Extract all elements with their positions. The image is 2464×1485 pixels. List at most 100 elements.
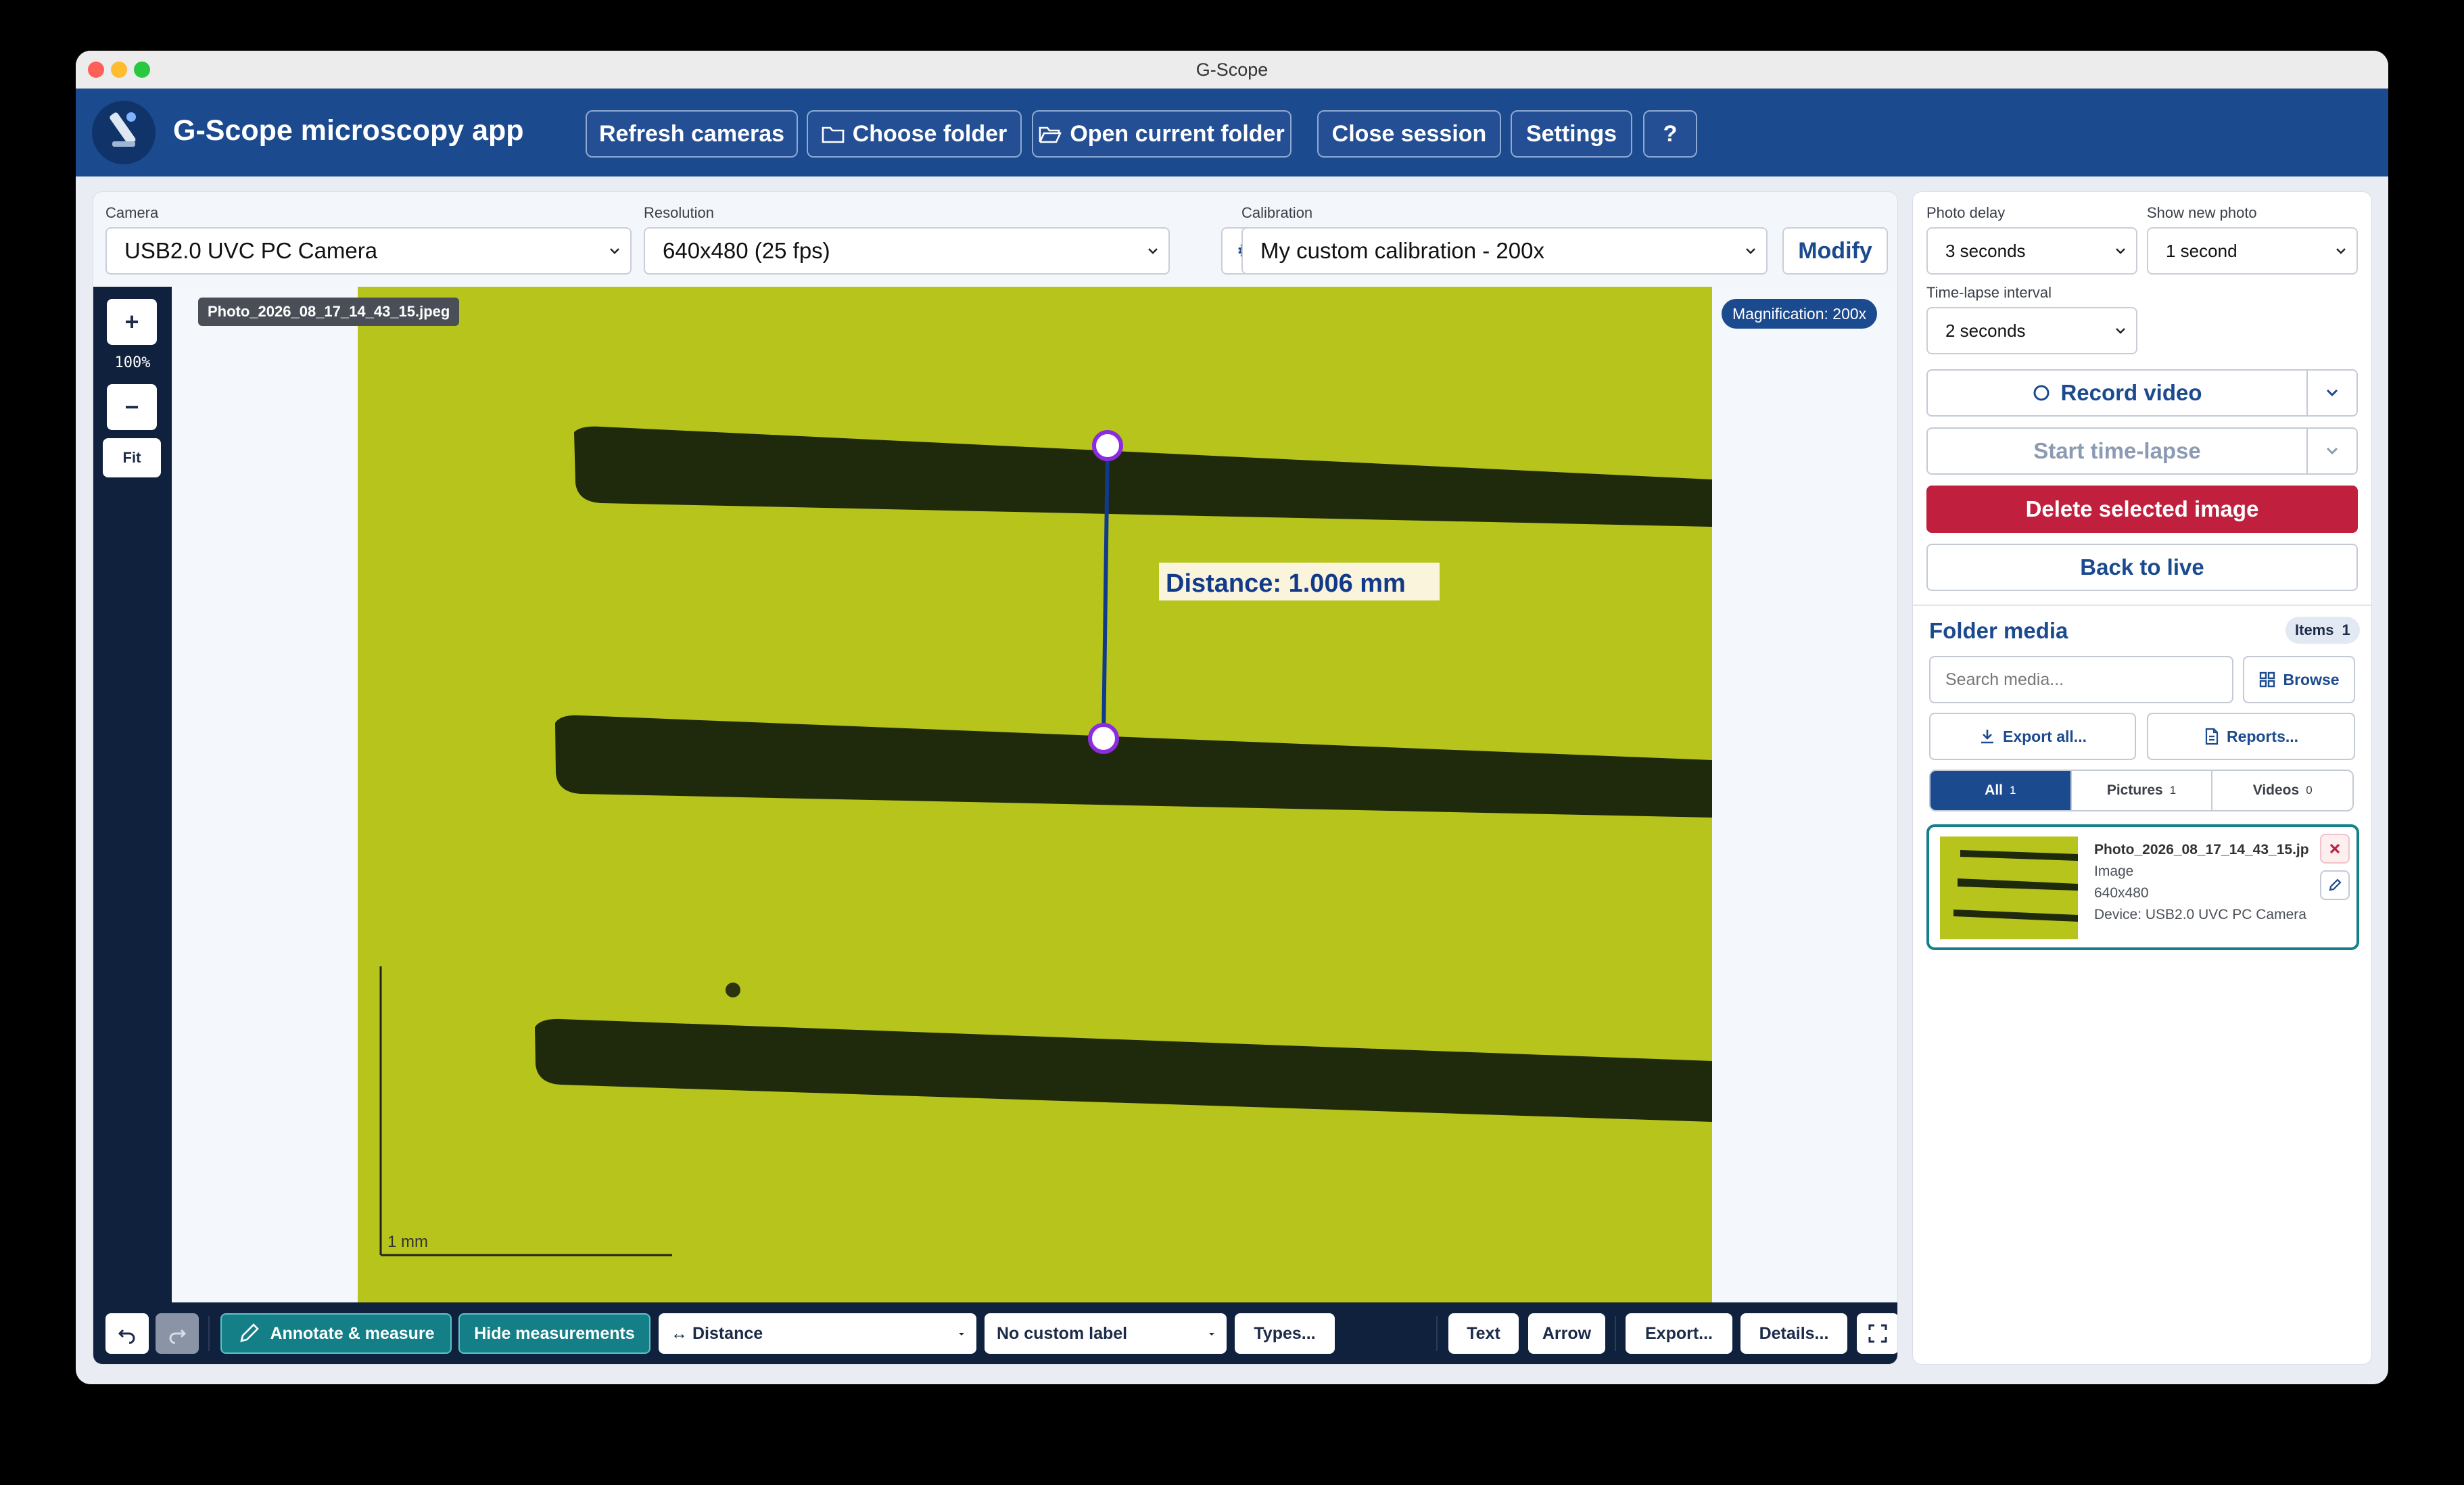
pencil-icon bbox=[2329, 878, 2342, 891]
show-new-photo-select[interactable]: 1 second bbox=[2147, 227, 2358, 275]
redo-button[interactable] bbox=[156, 1313, 199, 1354]
choose-folder-label: Choose folder bbox=[852, 120, 1008, 147]
hide-measurements-label: Hide measurements bbox=[474, 1323, 635, 1343]
zoom-in-button[interactable]: + bbox=[107, 299, 157, 345]
scale-bar-label: 1 mm bbox=[387, 1233, 428, 1251]
microscope-image[interactable]: Distance: 1.006 mm 1 mm bbox=[358, 287, 1712, 1302]
fullscreen-button[interactable] bbox=[1857, 1313, 1897, 1354]
media-type: Image bbox=[2094, 864, 2134, 879]
media-list-item[interactable]: Photo_2026_08_17_14_43_15.jpg Image 640x… bbox=[1926, 824, 2359, 950]
custom-label-select[interactable]: No custom label bbox=[985, 1313, 1227, 1354]
undo-button[interactable] bbox=[105, 1313, 149, 1354]
items-badge: Items 1 bbox=[2285, 617, 2360, 644]
types-label: Types... bbox=[1254, 1323, 1316, 1343]
zoom-controls: + 100% − Fit bbox=[93, 287, 172, 1302]
delete-selected-image-button[interactable]: Delete selected image bbox=[1926, 486, 2358, 533]
chevron-down-icon bbox=[1746, 248, 1755, 254]
text-tool-button[interactable]: Text bbox=[1448, 1313, 1519, 1354]
microscope-image-canvas: Distance: 1.006 mm 1 mm bbox=[358, 287, 1712, 1302]
tab-pictures-label: Pictures bbox=[2106, 782, 2163, 798]
details-button[interactable]: Details... bbox=[1740, 1313, 1847, 1354]
annotate-measure-button[interactable]: Annotate & measure bbox=[220, 1313, 452, 1354]
measurement-handle-start[interactable] bbox=[1092, 430, 1123, 461]
calibration-label: Calibration bbox=[1241, 204, 1313, 221]
help-button[interactable]: ? bbox=[1643, 110, 1697, 158]
close-session-button[interactable]: Close session bbox=[1317, 110, 1501, 158]
delete-selected-label: Delete selected image bbox=[2025, 496, 2259, 521]
measurement-handle-end[interactable] bbox=[1088, 723, 1119, 754]
choose-folder-button[interactable]: Choose folder bbox=[807, 110, 1022, 158]
photo-delay-label: Photo delay bbox=[1926, 204, 2006, 221]
tab-pictures-count: 1 bbox=[2169, 784, 2177, 797]
tab-all-count: 1 bbox=[2010, 784, 2016, 797]
record-video-label: Record video bbox=[2060, 380, 2202, 405]
folder-open-icon bbox=[1039, 126, 1062, 143]
arrow-tool-button[interactable]: Arrow bbox=[1528, 1313, 1605, 1354]
app-header: G-Scope microscopy app Refresh cameras C… bbox=[76, 89, 2388, 176]
search-media-input[interactable]: Search media... bbox=[1929, 656, 2233, 703]
image-viewer[interactable]: Distance: 1.006 mm 1 mm + 100% − Fit Pho… bbox=[93, 287, 1897, 1302]
measure-type-select[interactable]: ↔ Distance bbox=[659, 1313, 976, 1354]
open-current-folder-label: Open current folder bbox=[1070, 120, 1285, 147]
record-options-button[interactable] bbox=[2306, 371, 2356, 415]
photo-delay-select[interactable]: 3 seconds bbox=[1926, 227, 2137, 275]
fit-label: Fit bbox=[122, 449, 141, 466]
section-divider bbox=[1913, 605, 2371, 606]
tab-all[interactable]: All 1 bbox=[1930, 771, 2072, 810]
help-label: ? bbox=[1663, 120, 1678, 147]
fit-button[interactable]: Fit bbox=[103, 438, 161, 477]
toolbar-divider bbox=[1615, 1316, 1616, 1351]
modify-calibration-button[interactable]: Modify bbox=[1782, 227, 1888, 275]
calibration-value: My custom calibration - 200x bbox=[1260, 238, 1544, 263]
title-bar: G-Scope bbox=[76, 51, 2388, 89]
reports-button[interactable]: Reports... bbox=[2147, 713, 2355, 760]
pencil-icon bbox=[240, 1323, 260, 1342]
types-button[interactable]: Types... bbox=[1235, 1313, 1335, 1354]
refresh-cameras-label: Refresh cameras bbox=[598, 120, 785, 147]
toolbar-divider bbox=[1436, 1316, 1438, 1351]
tab-pictures[interactable]: Pictures 1 bbox=[2072, 771, 2213, 810]
timelapse-interval-select[interactable]: 2 seconds bbox=[1926, 307, 2137, 354]
photo-delay-value: 3 seconds bbox=[1945, 240, 2026, 261]
back-to-live-button[interactable]: Back to live bbox=[1926, 544, 2358, 591]
modify-label: Modify bbox=[1798, 237, 1872, 264]
measure-type-value: ↔ Distance bbox=[671, 1323, 763, 1343]
chevron-down-icon bbox=[1209, 1333, 1214, 1336]
timelapse-interval-label: Time-lapse interval bbox=[1926, 284, 2052, 301]
capture-panel: Photo delay 3 seconds Show new photo 1 s… bbox=[1912, 191, 2372, 1365]
timelapse-options-button[interactable] bbox=[2306, 429, 2356, 473]
zoom-out-button[interactable]: − bbox=[107, 384, 157, 430]
media-thumbnail bbox=[1940, 836, 2078, 939]
annotate-label: Annotate & measure bbox=[270, 1323, 435, 1343]
export-label: Export... bbox=[1644, 1323, 1713, 1343]
calibration-select[interactable]: My custom calibration - 200x bbox=[1241, 227, 1768, 275]
fullscreen-icon bbox=[1868, 1324, 1887, 1343]
details-label: Details... bbox=[1759, 1323, 1829, 1343]
minus-icon: − bbox=[124, 393, 139, 421]
resolution-select[interactable]: 640x480 (25 fps) bbox=[644, 227, 1170, 275]
app-title: G-Scope microscopy app bbox=[173, 114, 524, 147]
edit-media-button[interactable] bbox=[2320, 870, 2350, 900]
record-video-button[interactable]: Record video bbox=[1926, 369, 2358, 417]
open-current-folder-button[interactable]: Open current folder bbox=[1032, 110, 1292, 158]
app-window: G-Scope G-Scope microscopy app Refresh c… bbox=[76, 51, 2388, 1384]
delete-media-button[interactable] bbox=[2320, 834, 2350, 864]
export-all-button[interactable]: Export all... bbox=[1929, 713, 2136, 760]
start-timelapse-button[interactable]: Start time-lapse bbox=[1926, 427, 2358, 475]
download-icon bbox=[1981, 730, 1993, 744]
hide-measurements-button[interactable]: Hide measurements bbox=[458, 1313, 650, 1354]
media-name: Photo_2026_08_17_14_43_15.jpg bbox=[2094, 842, 2309, 857]
tab-videos[interactable]: Videos 0 bbox=[2212, 771, 2352, 810]
camera-value: USB2.0 UVC PC Camera bbox=[124, 238, 378, 263]
media-device: Device: USB2.0 UVC PC Camera bbox=[2094, 907, 2306, 922]
export-button[interactable]: Export... bbox=[1626, 1313, 1732, 1354]
window-title: G-Scope bbox=[1195, 60, 1269, 80]
folder-icon bbox=[822, 126, 845, 143]
settings-button[interactable]: Settings bbox=[1511, 110, 1632, 158]
camera-panel: Camera USB2.0 UVC PC Camera Resolution 6… bbox=[93, 191, 1898, 1365]
browse-button[interactable]: Browse bbox=[2243, 656, 2355, 703]
refresh-cameras-button[interactable]: Refresh cameras bbox=[586, 110, 798, 158]
close-session-label: Close session bbox=[1331, 120, 1487, 147]
chevron-down-icon bbox=[2116, 248, 2125, 254]
camera-select[interactable]: USB2.0 UVC PC Camera bbox=[105, 227, 632, 275]
